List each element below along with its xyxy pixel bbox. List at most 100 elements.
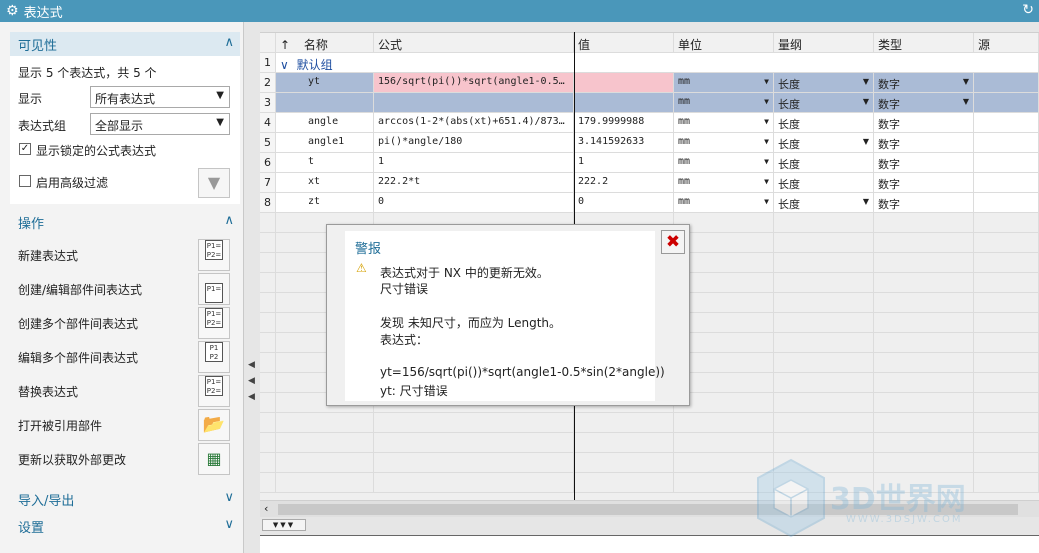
column-header-value[interactable]: 值 bbox=[574, 33, 674, 53]
value-cell[interactable] bbox=[574, 73, 674, 93]
chevron-down-icon[interactable]: ∨ bbox=[280, 58, 289, 72]
dropdown-arrow-icon[interactable]: ▼ bbox=[764, 137, 769, 146]
value-cell[interactable]: 0 bbox=[574, 193, 674, 213]
sort-ascending-icon[interactable]: ↑ bbox=[280, 38, 290, 52]
chevron-down-icon[interactable]: ∨ bbox=[224, 490, 234, 505]
column-header-formula[interactable]: 公式 bbox=[374, 33, 574, 53]
refresh-icon[interactable]: ↻ bbox=[1022, 2, 1034, 18]
table-row[interactable]: 6 t 1 1 mm ▼ 长度 数字 bbox=[260, 153, 1039, 173]
dropdown-arrow-icon[interactable]: ▼ bbox=[863, 197, 869, 206]
dropdown-arrow-icon[interactable]: ▼ bbox=[764, 117, 769, 126]
dropdown-arrow-icon[interactable]: ▼ bbox=[863, 97, 869, 106]
unit-cell[interactable]: mm ▼ bbox=[674, 153, 774, 173]
table-row[interactable]: 2 yt 156/sqrt(pi())*sqrt(angle1-0.5… mm ▼… bbox=[260, 73, 1039, 93]
value-cell[interactable] bbox=[574, 93, 674, 113]
filter-icon[interactable]: ▼ bbox=[198, 168, 230, 198]
dimension-cell[interactable]: 长度 bbox=[774, 113, 874, 133]
group-row[interactable]: ∨ 默认组 bbox=[276, 53, 1039, 73]
new-expression-icon[interactable]: P1= P2= bbox=[198, 239, 230, 271]
dimension-cell[interactable]: 长度 ▼ bbox=[774, 93, 874, 113]
formula-cell[interactable]: 156/sqrt(pi())*sqrt(angle1-0.5… bbox=[374, 73, 574, 93]
unit-cell[interactable]: mm ▼ bbox=[674, 73, 774, 93]
formula-cell[interactable]: arccos(1-2*(abs(xt)+651.4)/873… bbox=[374, 113, 574, 133]
collapse-arrow-icon[interactable]: ◀ bbox=[248, 360, 255, 370]
unit-cell[interactable]: mm ▼ bbox=[674, 193, 774, 213]
replace-expression-icon[interactable]: P1= P2= bbox=[198, 375, 230, 407]
unit-cell[interactable]: mm ▼ bbox=[674, 173, 774, 193]
unit-cell[interactable]: mm ▼ bbox=[674, 113, 774, 133]
dropdown-arrow-icon[interactable]: ▼ bbox=[963, 97, 969, 106]
import-export-section-header[interactable]: 导入/导出 ∨ bbox=[10, 487, 240, 511]
locked-checkbox[interactable]: ✓ bbox=[19, 143, 31, 155]
open-referenced-part-label[interactable]: 打开被引用部件 bbox=[18, 417, 102, 434]
panel-splitter[interactable]: ◀ ◀ ◀ bbox=[244, 22, 260, 553]
dropdown-arrow-icon[interactable]: ▼ bbox=[863, 137, 869, 146]
visibility-section-header[interactable]: 可见性 ∧ bbox=[10, 32, 240, 56]
dimension-cell[interactable]: 长度 bbox=[774, 173, 874, 193]
replace-expression-label[interactable]: 替换表达式 bbox=[18, 383, 78, 400]
edit-interpart-label[interactable]: 创建/编辑部件间表达式 bbox=[18, 281, 142, 298]
gear-icon[interactable]: ⚙ bbox=[6, 3, 19, 19]
folder-open-icon[interactable]: 📂 bbox=[198, 409, 230, 441]
chevron-up-icon[interactable]: ∧ bbox=[224, 35, 234, 50]
dimension-cell[interactable]: 长度 bbox=[774, 153, 874, 173]
name-cell[interactable]: yt bbox=[276, 73, 374, 93]
table-row[interactable]: 3 mm ▼ 长度 ▼ 数字 ▼ bbox=[260, 93, 1039, 113]
formula-cell[interactable]: 222.2*t bbox=[374, 173, 574, 193]
name-cell[interactable] bbox=[276, 93, 374, 113]
dimension-cell[interactable]: 长度 ▼ bbox=[774, 73, 874, 93]
collapse-arrow-icon[interactable]: ◀ bbox=[248, 392, 255, 402]
dropdown-arrow-icon[interactable]: ▼ bbox=[764, 197, 769, 206]
dropdown-arrow-icon[interactable]: ▼ bbox=[764, 97, 769, 106]
name-cell[interactable]: angle1 bbox=[276, 133, 374, 153]
formula-cell[interactable]: 1 bbox=[374, 153, 574, 173]
source-cell[interactable] bbox=[974, 173, 1039, 193]
source-cell[interactable] bbox=[974, 193, 1039, 213]
unit-cell[interactable]: mm ▼ bbox=[674, 133, 774, 153]
new-expression-label[interactable]: 新建表达式 bbox=[18, 247, 78, 264]
type-cell[interactable]: 数字 ▼ bbox=[874, 93, 974, 113]
edit-interpart-icon[interactable]: P1= bbox=[198, 273, 230, 305]
type-cell[interactable]: 数字 bbox=[874, 133, 974, 153]
operations-section-header[interactable]: 操作 ∧ bbox=[10, 210, 240, 234]
name-cell[interactable]: zt bbox=[276, 193, 374, 213]
advanced-filter-checkbox[interactable] bbox=[19, 175, 31, 187]
create-multi-interpart-label[interactable]: 创建多个部件间表达式 bbox=[18, 315, 138, 332]
dimension-cell[interactable]: 长度 ▼ bbox=[774, 193, 874, 213]
edit-multi-interpart-icon[interactable]: P1 P2 bbox=[198, 341, 230, 373]
edit-multi-interpart-label[interactable]: 编辑多个部件间表达式 bbox=[18, 349, 138, 366]
formula-cell[interactable] bbox=[374, 93, 574, 113]
value-cell[interactable]: 1 bbox=[574, 153, 674, 173]
value-cell[interactable]: 3.141592633 bbox=[574, 133, 674, 153]
dimension-cell[interactable]: 长度 ▼ bbox=[774, 133, 874, 153]
collapse-arrow-icon[interactable]: ◀ bbox=[248, 376, 255, 386]
column-header-dimension[interactable]: 量纲 bbox=[774, 33, 874, 53]
source-cell[interactable] bbox=[974, 73, 1039, 93]
type-cell[interactable]: 数字 bbox=[874, 153, 974, 173]
unit-cell[interactable]: mm ▼ bbox=[674, 93, 774, 113]
table-row[interactable]: 1 ∨ 默认组 bbox=[260, 53, 1039, 73]
source-cell[interactable] bbox=[974, 113, 1039, 133]
column-header-source[interactable]: 源 bbox=[974, 33, 1039, 53]
column-header-type[interactable]: 类型 bbox=[874, 33, 974, 53]
dropdown-arrow-icon[interactable]: ▼ bbox=[764, 77, 769, 86]
dropdown-arrow-icon[interactable]: ▼ bbox=[863, 77, 869, 86]
type-cell[interactable]: 数字 ▼ bbox=[874, 73, 974, 93]
value-cell[interactable]: 179.9999988 bbox=[574, 113, 674, 133]
chevron-up-icon[interactable]: ∧ bbox=[224, 213, 234, 228]
chevron-down-icon[interactable]: ∨ bbox=[224, 517, 234, 532]
dropdown-arrow-icon[interactable]: ▼ bbox=[963, 77, 969, 86]
formula-cell[interactable]: 0 bbox=[374, 193, 574, 213]
formula-cell[interactable]: pi()*angle/180 bbox=[374, 133, 574, 153]
table-row[interactable]: 7 xt 222.2*t 222.2 mm ▼ 长度 数字 bbox=[260, 173, 1039, 193]
update-table-icon[interactable]: ▦ bbox=[198, 443, 230, 475]
value-cell[interactable]: 222.2 bbox=[574, 173, 674, 193]
dropdown-arrow-icon[interactable]: ▼ bbox=[764, 177, 769, 186]
name-cell[interactable]: angle bbox=[276, 113, 374, 133]
update-external-label[interactable]: 更新以获取外部更改 bbox=[18, 451, 126, 468]
type-cell[interactable]: 数字 bbox=[874, 113, 974, 133]
group-select[interactable]: 全部显示 ▼ bbox=[90, 113, 230, 135]
table-row[interactable]: 8 zt 0 0 mm ▼ 长度 ▼ 数字 bbox=[260, 193, 1039, 213]
expand-panel-button[interactable]: ▼▼▼ bbox=[262, 519, 306, 531]
source-cell[interactable] bbox=[974, 93, 1039, 113]
